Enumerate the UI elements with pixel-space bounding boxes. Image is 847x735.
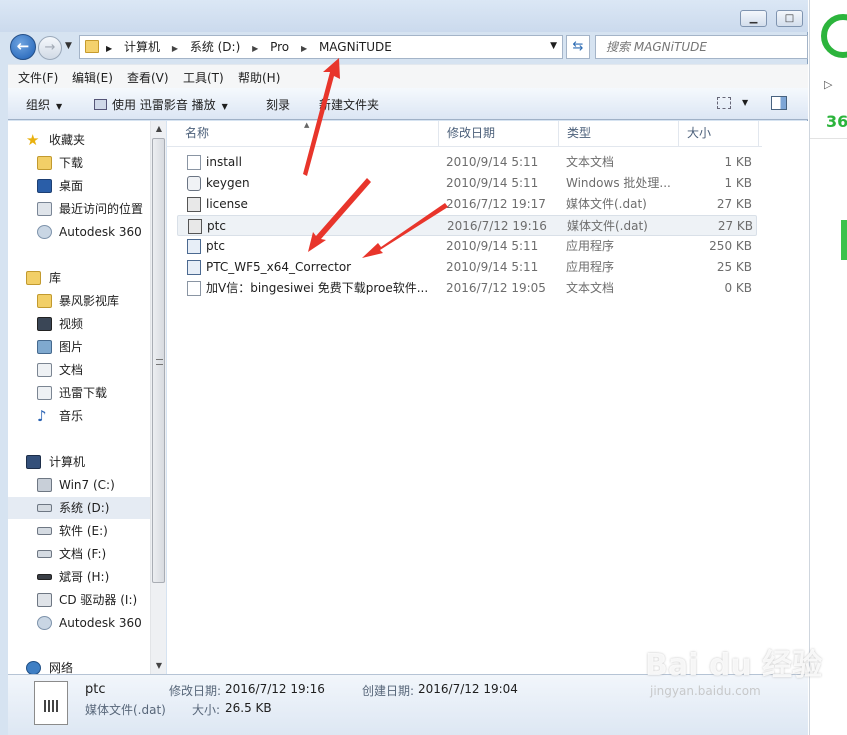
baidu-watermark: Bai du 经验 jingyan.baidu.com — [645, 640, 822, 698]
annotation-arrows — [303, 58, 448, 258]
watermark-url: jingyan.baidu.com — [650, 684, 761, 698]
watermark-logo-text: Bai du 经验 — [645, 648, 823, 683]
annotation-arrow-to-ptc-exe — [362, 203, 448, 258]
annotation-arrow-to-address — [303, 58, 340, 176]
annotation-arrow-to-ptc-dat — [308, 178, 371, 252]
